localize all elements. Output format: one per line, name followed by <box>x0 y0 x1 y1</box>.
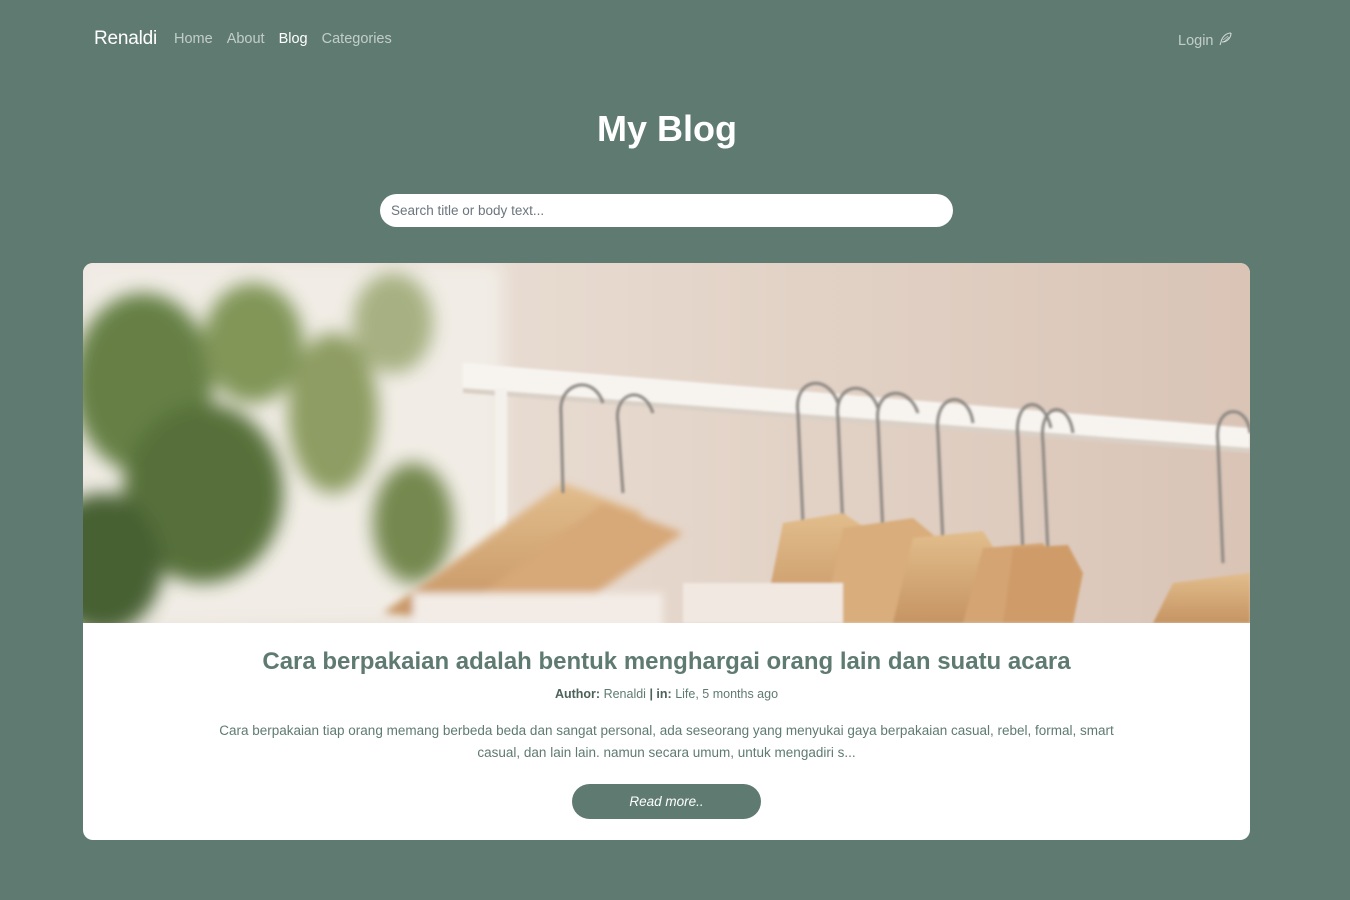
brand-logo[interactable]: Renaldi <box>94 28 157 50</box>
post-category-time: Life, 5 months ago <box>675 687 779 701</box>
login-label: Login <box>1178 33 1214 49</box>
feather-icon <box>1217 31 1233 51</box>
nav-link-home[interactable]: Home <box>174 31 213 47</box>
meta-separator: | <box>649 687 653 701</box>
post-title[interactable]: Cara berpakaian adalah bentuk menghargai… <box>83 648 1250 676</box>
nav-link-blog[interactable]: Blog <box>279 31 308 47</box>
read-more-button[interactable]: Read more.. <box>572 784 761 819</box>
navbar: Renaldi Home About Blog Categories Login <box>0 0 1350 80</box>
post-excerpt: Cara berpakaian tiap orang memang berbed… <box>219 723 1114 760</box>
nav-link-categories[interactable]: Categories <box>322 31 392 47</box>
post-image[interactable] <box>83 263 1250 623</box>
nav-links: Home About Blog Categories <box>174 31 406 47</box>
login-link[interactable]: Login <box>1178 31 1233 51</box>
search-input[interactable] <box>380 194 953 227</box>
author-label: Author: <box>554 687 601 701</box>
page-title: My Blog <box>597 108 737 149</box>
in-label: in: <box>656 687 672 701</box>
post-meta: Author: Renaldi | in: Life, 5 months ago <box>83 687 1250 701</box>
post-card: Cara berpakaian adalah bentuk menghargai… <box>83 263 1250 840</box>
nav-link-about[interactable]: About <box>227 31 265 47</box>
author-name: Renaldi <box>603 687 646 701</box>
